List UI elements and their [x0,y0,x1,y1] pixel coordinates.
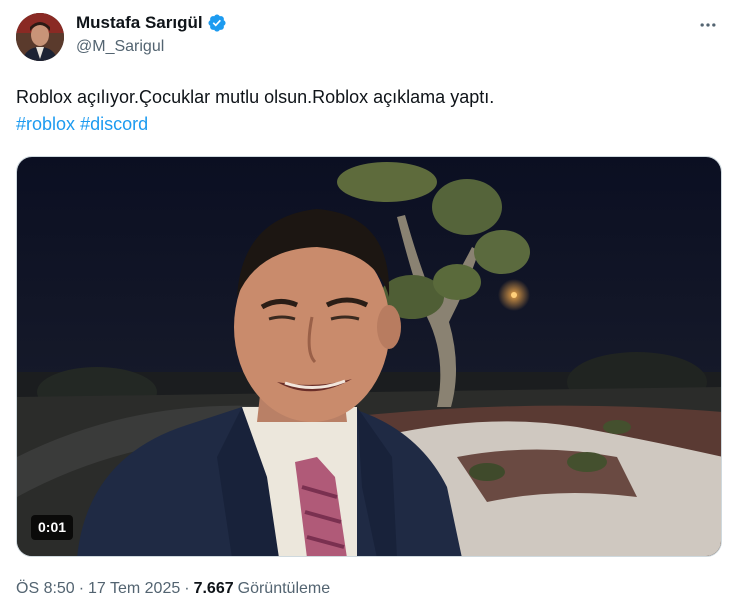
tweet-text: Roblox açılıyor.Çocuklar mutlu olsun.Rob… [16,87,495,107]
tweet-time[interactable]: ÖS 8:50 [16,580,75,598]
video-thumbnail [17,157,721,556]
more-options-icon[interactable] [697,14,719,36]
separator-dot: · [78,580,85,597]
profile-photo-icon [16,13,64,61]
views-count: 7.667 [193,580,234,597]
tweet-date[interactable]: 17 Tem 2025 [88,580,180,598]
author-name-row[interactable]: Mustafa Sarıgül [76,13,227,33]
separator-dot: · [184,580,190,597]
hashtag-link[interactable]: #roblox [16,114,75,134]
display-name[interactable]: Mustafa Sarıgül [76,13,203,33]
video-player[interactable] [16,156,722,557]
avatar[interactable] [16,13,64,61]
verified-badge-icon [207,13,227,33]
author-handle[interactable]: @M_Sarigul [76,38,164,56]
video-duration-badge: 0:01 [31,515,74,540]
views-label: Görüntüleme [237,580,331,597]
hashtag-link[interactable]: #discord [80,114,148,134]
tweet-meta: ÖS 8:50 · 17 Tem 2025 · 7.667 Görüntülem… [16,580,330,598]
tweet-hashtags: #roblox #discord [16,111,148,138]
